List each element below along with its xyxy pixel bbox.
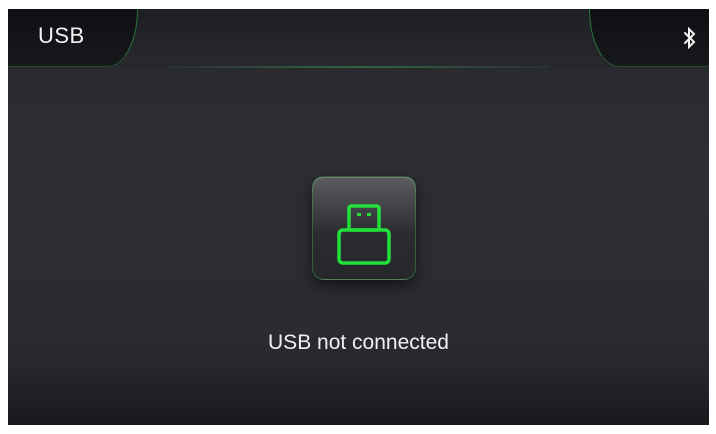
usb-icon-tile bbox=[312, 176, 416, 280]
usb-screen: USB USB not connected bbox=[8, 9, 709, 425]
usb-status-text: USB not connected bbox=[268, 331, 449, 354]
bluetooth-tab[interactable] bbox=[589, 9, 709, 67]
usb-tab[interactable]: USB bbox=[8, 9, 138, 67]
top-bar-glow bbox=[168, 66, 548, 68]
bottom-shade bbox=[8, 369, 709, 425]
bluetooth-icon bbox=[684, 27, 696, 49]
usb-tab-label: USB bbox=[38, 23, 85, 48]
usb-drive-icon bbox=[337, 204, 391, 265]
